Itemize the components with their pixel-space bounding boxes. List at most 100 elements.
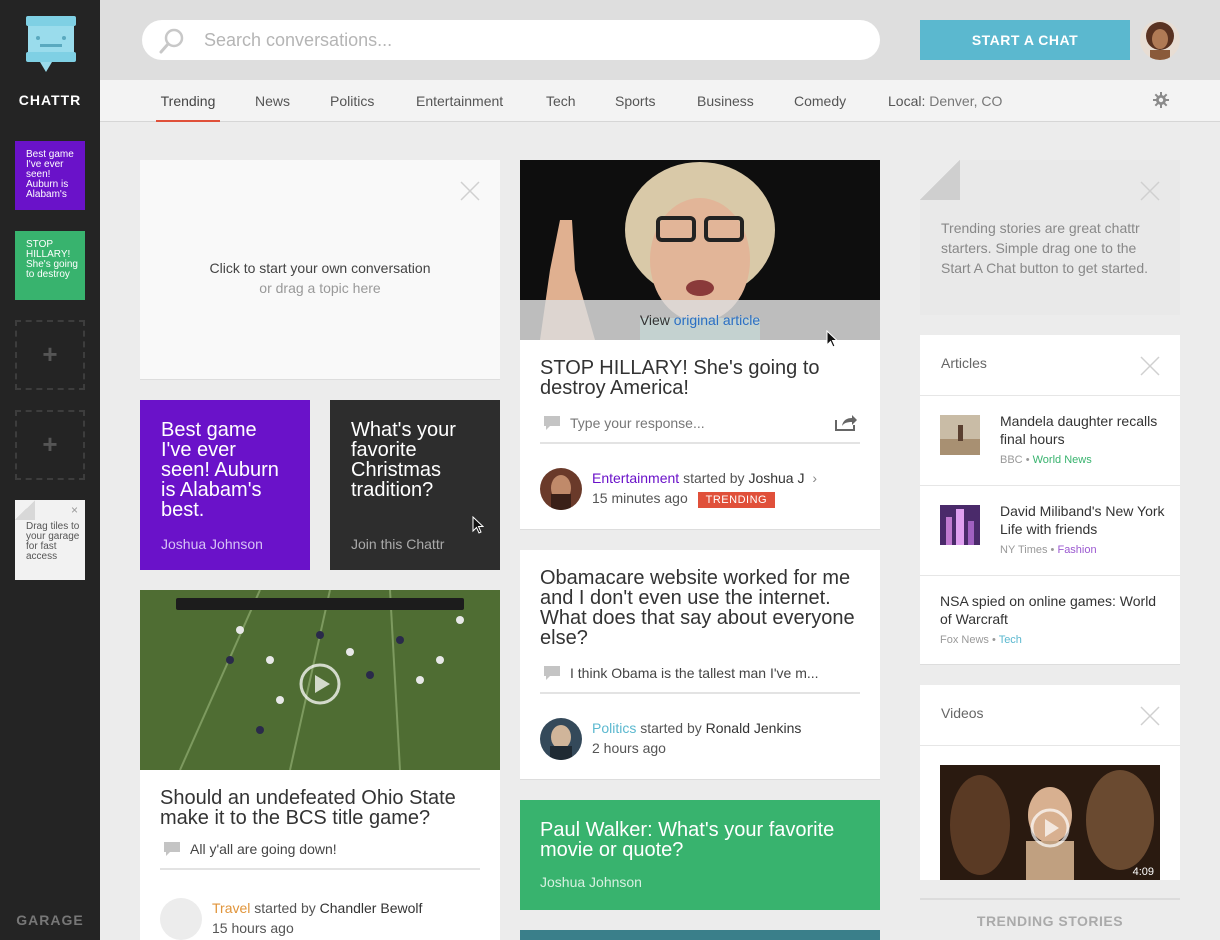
- author-name[interactable]: Chandler Bewolf: [320, 900, 423, 916]
- timestamp: 2 hours ago: [592, 740, 666, 756]
- search-icon[interactable]: [158, 27, 186, 55]
- article-headline: Mandela daughter recalls final hours: [1000, 413, 1158, 447]
- comment-icon: [544, 666, 560, 680]
- garage-hint-text: Drag tiles to your garage for fast acces…: [26, 521, 80, 562]
- article-category[interactable]: World News: [1033, 454, 1092, 466]
- category-link[interactable]: Politics: [592, 720, 636, 736]
- article-item[interactable]: David Miliband's New York Life with frie…: [920, 485, 1180, 575]
- article-source: BBC • World News: [1000, 454, 1092, 466]
- author-avatar[interactable]: [540, 718, 582, 760]
- brand-name: CHATTR: [18, 92, 82, 108]
- chevron-right-icon[interactable]: ›: [812, 470, 817, 486]
- close-icon[interactable]: [1139, 355, 1161, 377]
- author-name[interactable]: Ronald Jenkins: [706, 720, 802, 736]
- tab-local[interactable]: Local: Denver, CO: [888, 80, 1002, 122]
- tab-trending[interactable]: Trending: [156, 80, 220, 122]
- tab-entertainment[interactable]: Entertainment: [416, 80, 503, 122]
- topic-tile-paul-walker[interactable]: Paul Walker: What's your favorite movie …: [520, 800, 880, 910]
- close-icon[interactable]: ×: [71, 504, 78, 516]
- videos-title: Videos: [941, 705, 984, 721]
- original-article-link[interactable]: original article: [674, 312, 760, 328]
- started-by-text: started by: [254, 900, 316, 916]
- timestamp: 15 hours ago: [212, 920, 294, 936]
- tab-comedy[interactable]: Comedy: [794, 80, 846, 122]
- article-headline: David Miliband's New York Life with frie…: [1000, 503, 1165, 537]
- search-input[interactable]: [204, 20, 854, 60]
- next-card-preview[interactable]: [520, 930, 880, 940]
- divider: [920, 745, 1180, 746]
- conversation-card-ohio-state[interactable]: Should an undefeated Ohio State make it …: [140, 590, 500, 940]
- play-icon[interactable]: [1029, 807, 1071, 849]
- response-row: [540, 658, 860, 694]
- trending-stories-label[interactable]: TRENDING STORIES: [920, 898, 1180, 940]
- drag-topic-text: or drag a topic here: [259, 280, 381, 296]
- response-input[interactable]: [570, 408, 830, 438]
- garage-empty-slot[interactable]: +: [15, 410, 85, 480]
- articles-title: Articles: [941, 355, 987, 371]
- conversation-card-obamacare[interactable]: Obamacare website worked for me and I do…: [520, 550, 880, 780]
- response-input[interactable]: [190, 834, 450, 864]
- close-icon[interactable]: [1139, 705, 1161, 727]
- tip-text: Trending stories are great chattr starte…: [941, 220, 1149, 276]
- article-category[interactable]: Fashion: [1057, 544, 1096, 556]
- conversation-title[interactable]: Should an undefeated Ohio State make it …: [160, 788, 480, 828]
- article-category[interactable]: Tech: [999, 634, 1022, 646]
- timestamp: 15 minutes ago: [592, 490, 688, 506]
- article-source: Fox News • Tech: [940, 634, 1022, 646]
- join-chattr-link[interactable]: Join this Chattr: [351, 536, 444, 552]
- tab-business[interactable]: Business: [697, 80, 754, 122]
- tab-politics[interactable]: Politics: [330, 80, 374, 122]
- category-nav: Trending News Politics Entertainment Tec…: [100, 80, 1220, 122]
- response-row: [160, 834, 480, 870]
- close-icon[interactable]: [1139, 180, 1161, 202]
- articles-panel: Articles Mandela daughter recalls final …: [920, 335, 1180, 665]
- conversation-meta: Travel started by Chandler Bewolf 15 hou…: [212, 898, 422, 938]
- tile-question: What's your favorite Christmas tradition…: [351, 419, 456, 501]
- header: START A CHAT: [100, 0, 1220, 80]
- share-icon[interactable]: [834, 414, 858, 432]
- videos-panel: Videos 4:09: [920, 685, 1180, 880]
- author-name[interactable]: Joshua J: [748, 470, 804, 486]
- search-box: [142, 20, 880, 60]
- plus-icon: +: [42, 429, 58, 459]
- trending-badge: TRENDING: [697, 492, 776, 508]
- sidebar: CHATTR Best game I've ever seen! Auburn …: [0, 0, 100, 940]
- start-chat-button[interactable]: START A CHAT: [920, 20, 1130, 60]
- garage-empty-slot[interactable]: +: [15, 320, 85, 390]
- chattr-logo-icon[interactable]: [24, 14, 78, 76]
- garage-tile-best-game[interactable]: Best game I've ever seen! Auburn is Alab…: [15, 141, 85, 210]
- video-duration: 4:09: [1132, 866, 1154, 878]
- started-by-text: started by: [640, 720, 702, 736]
- gear-icon[interactable]: [1153, 92, 1169, 108]
- tab-sports[interactable]: Sports: [615, 80, 655, 122]
- local-value: Denver, CO: [929, 93, 1003, 109]
- user-avatar[interactable]: [1140, 20, 1180, 60]
- video-thumbnail[interactable]: [140, 590, 500, 770]
- play-icon[interactable]: [298, 662, 342, 706]
- tab-tech[interactable]: Tech: [546, 80, 576, 122]
- garage-label: GARAGE: [16, 912, 84, 928]
- article-item[interactable]: NSA spied on online games: World of Warc…: [920, 575, 1180, 664]
- conversation-title[interactable]: Obamacare website worked for me and I do…: [540, 568, 860, 648]
- author-avatar[interactable]: [540, 468, 582, 510]
- author-avatar[interactable]: [160, 898, 202, 940]
- video-thumbnail[interactable]: 4:09: [940, 765, 1160, 880]
- garage-tile-stop-hillary[interactable]: STOP HILLARY! She's going to destroy: [15, 231, 85, 300]
- category-link[interactable]: Entertainment: [592, 470, 679, 486]
- topic-tile-christmas[interactable]: What's your favorite Christmas tradition…: [330, 400, 500, 570]
- article-item[interactable]: Mandela daughter recalls final hours BBC…: [920, 395, 1180, 485]
- response-input[interactable]: [570, 658, 850, 688]
- tip-card: Trending stories are great chattr starte…: [920, 160, 1180, 315]
- tab-news[interactable]: News: [255, 80, 290, 122]
- article-headline: NSA spied on online games: World of Warc…: [940, 593, 1157, 627]
- response-row: [540, 408, 860, 444]
- tile-author: Joshua Johnson: [540, 874, 642, 890]
- conversation-title[interactable]: STOP HILLARY! She's going to destroy Ame…: [540, 358, 860, 398]
- category-link[interactable]: Travel: [212, 900, 250, 916]
- view-prefix: View: [639, 312, 670, 328]
- start-conversation-card[interactable]: Click to start your own conversation or …: [140, 160, 500, 380]
- article-thumbnail: [940, 415, 980, 455]
- plus-icon: +: [42, 339, 58, 369]
- topic-tile-best-game[interactable]: Best game I've ever seen! Auburn is Alab…: [140, 400, 310, 570]
- close-icon[interactable]: [459, 180, 481, 202]
